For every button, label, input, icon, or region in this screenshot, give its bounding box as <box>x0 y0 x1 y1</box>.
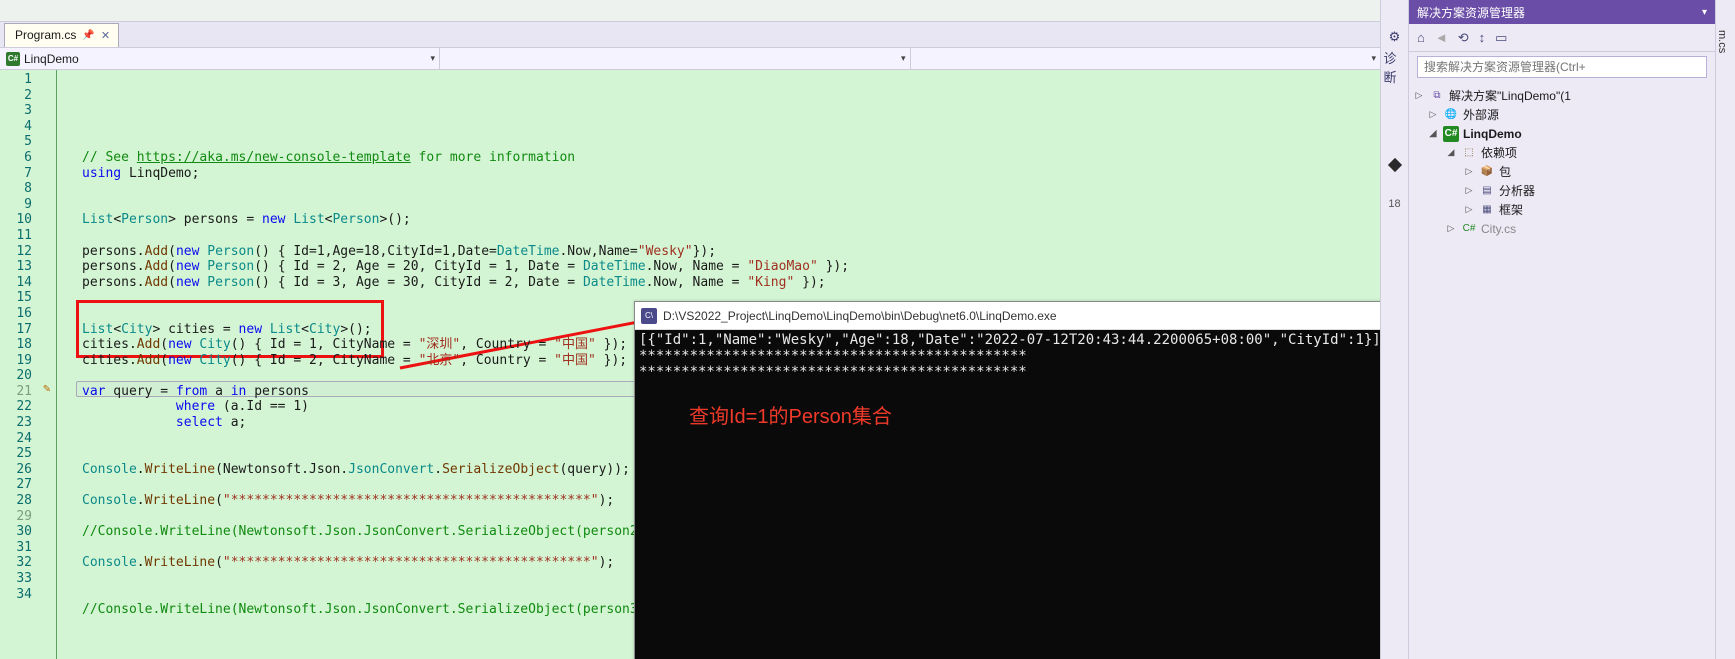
bookmark-marker[interactable] <box>1384 154 1406 176</box>
tree-label: 外部源 <box>1463 106 1499 123</box>
edit-indicator-column: ✎ <box>40 70 54 659</box>
tree-node-frameworks[interactable]: ▷▦ 框架 <box>1413 200 1711 219</box>
window-buttons: — ☐ ✕ <box>1376 302 1380 330</box>
close-icon[interactable]: ✕ <box>101 29 110 42</box>
code-line[interactable]: persons.Add(new Person() { Id = 3, Age =… <box>82 275 1380 291</box>
tree-label: 包 <box>1499 163 1511 180</box>
solution-explorer-toolbar: ⌂ ◄ ⟲ ↕ ▭ <box>1409 24 1715 52</box>
vertical-tab-mcs[interactable]: m.cs <box>1716 0 1728 53</box>
code-line[interactable]: List<Person> persons = new List<Person>(… <box>82 212 1380 228</box>
tree-node-packages[interactable]: ▷📦 包 <box>1413 162 1711 181</box>
tree-label: LinqDemo <box>1463 127 1522 141</box>
editor-column: Program.cs 📌 ✕ C# LinqDemo ▾ ▾ ▾ 1234567… <box>0 0 1380 659</box>
console-line: ****************************************… <box>639 348 1380 364</box>
diagnostics-tab[interactable]: 诊断 <box>1384 56 1406 78</box>
console-line: ****************************************… <box>639 364 1380 380</box>
console-line: [{"Id":1,"Name":"Wesky","Age":18,"Date":… <box>639 332 1380 348</box>
line-marker-number: 18 <box>1388 198 1400 210</box>
console-window: C\ D:\VS2022_Project\LinqDemo\LinqDemo\b… <box>634 301 1380 659</box>
tree-label: 分析器 <box>1499 182 1535 199</box>
code-line[interactable]: // See https://aka.ms/new-console-templa… <box>82 150 1380 166</box>
code-line[interactable]: persons.Add(new Person() { Id=1,Age=18,C… <box>82 244 1380 260</box>
annotation-text: 查询Id=1的Person集合 <box>689 400 892 429</box>
tree-label: 依赖项 <box>1481 144 1517 161</box>
solution-search-input[interactable] <box>1417 56 1707 78</box>
tree-label: 框架 <box>1499 201 1523 218</box>
code-line[interactable] <box>82 228 1380 244</box>
sync-icon[interactable]: ↕ <box>1479 30 1486 45</box>
breadcrumb-member[interactable]: ▾ <box>911 48 1381 69</box>
console-icon: C\ <box>641 308 657 324</box>
home-icon[interactable]: ⌂ <box>1417 30 1425 45</box>
solution-explorer: 解决方案资源管理器 ▾ ⌂ ◄ ⟲ ↕ ▭ ▷⧉ 解决方案"LinqDemo"(… <box>1408 0 1715 659</box>
code-line[interactable]: persons.Add(new Person() { Id = 2, Age =… <box>82 259 1380 275</box>
tree-node-solution[interactable]: ▷⧉ 解决方案"LinqDemo"(1 <box>1413 86 1711 105</box>
console-titlebar[interactable]: C\ D:\VS2022_Project\LinqDemo\LinqDemo\b… <box>635 302 1380 330</box>
tree-node-analyzers[interactable]: ▷▤ 分析器 <box>1413 181 1711 200</box>
console-output[interactable]: ^ [{"Id":1,"Name":"Wesky","Age":18,"Date… <box>635 330 1380 659</box>
tree-label: City.cs <box>1481 222 1516 236</box>
file-tab-program[interactable]: Program.cs 📌 ✕ <box>4 23 119 47</box>
toolbar-strip <box>0 0 1380 22</box>
pin-icon[interactable]: 📌 <box>82 30 94 41</box>
chevron-down-icon: ▾ <box>1371 53 1376 64</box>
editor-area[interactable]: 1234567891011121314151617181920212223242… <box>0 70 1380 659</box>
code-line[interactable] <box>82 181 1380 197</box>
csharp-icon: C# <box>6 52 20 66</box>
tab-bar: Program.cs 📌 ✕ <box>0 22 1380 48</box>
solution-search-box <box>1417 56 1707 78</box>
ide-root: Program.cs 📌 ✕ C# LinqDemo ▾ ▾ ▾ 1234567… <box>0 0 1735 659</box>
code-line[interactable]: using LinqDemo; <box>82 166 1380 182</box>
back-icon[interactable]: ◄ <box>1435 30 1448 45</box>
gear-icon[interactable]: ⚙ <box>1384 26 1406 48</box>
panel-header-buttons: ▾ <box>1702 7 1707 18</box>
marker-rail: ⚙ 诊断 18 <box>1380 0 1408 659</box>
breadcrumb-text: LinqDemo <box>24 52 79 66</box>
tree-node-external[interactable]: ▷🌐 外部源 <box>1413 105 1711 124</box>
solution-tree: ▷⧉ 解决方案"LinqDemo"(1 ▷🌐 外部源 ◢C# LinqDemo … <box>1409 82 1715 659</box>
minimize-button[interactable]: — <box>1376 302 1380 330</box>
chevron-down-icon: ▾ <box>430 53 435 64</box>
right-dock-tabs: m.cs <box>1715 0 1735 659</box>
line-gutter: 1234567891011121314151617181920212223242… <box>0 70 40 659</box>
collapse-icon[interactable]: ⟲ <box>1458 30 1469 46</box>
chevron-down-icon: ▾ <box>901 53 906 64</box>
console-title-text: D:\VS2022_Project\LinqDemo\LinqDemo\bin\… <box>663 309 1370 323</box>
tree-node-city-cs[interactable]: ▷C# City.cs <box>1413 219 1711 238</box>
tree-label: 解决方案"LinqDemo"(1 <box>1449 87 1571 104</box>
show-all-icon[interactable]: ▭ <box>1495 30 1507 46</box>
indent-guide <box>56 70 76 659</box>
code-line[interactable] <box>82 197 1380 213</box>
breadcrumb-type[interactable]: ▾ <box>440 48 911 69</box>
file-tab-label: Program.cs <box>15 28 76 42</box>
tree-node-project[interactable]: ◢C# LinqDemo <box>1413 124 1711 143</box>
tree-node-deps[interactable]: ◢⬚ 依赖项 <box>1413 143 1711 162</box>
breadcrumb-bar: C# LinqDemo ▾ ▾ ▾ <box>0 48 1380 70</box>
dropdown-icon[interactable]: ▾ <box>1702 7 1707 18</box>
solution-explorer-title: 解决方案资源管理器 <box>1417 4 1525 21</box>
solution-explorer-header[interactable]: 解决方案资源管理器 ▾ <box>1409 0 1715 24</box>
breadcrumb-namespace[interactable]: C# LinqDemo ▾ <box>0 48 440 69</box>
